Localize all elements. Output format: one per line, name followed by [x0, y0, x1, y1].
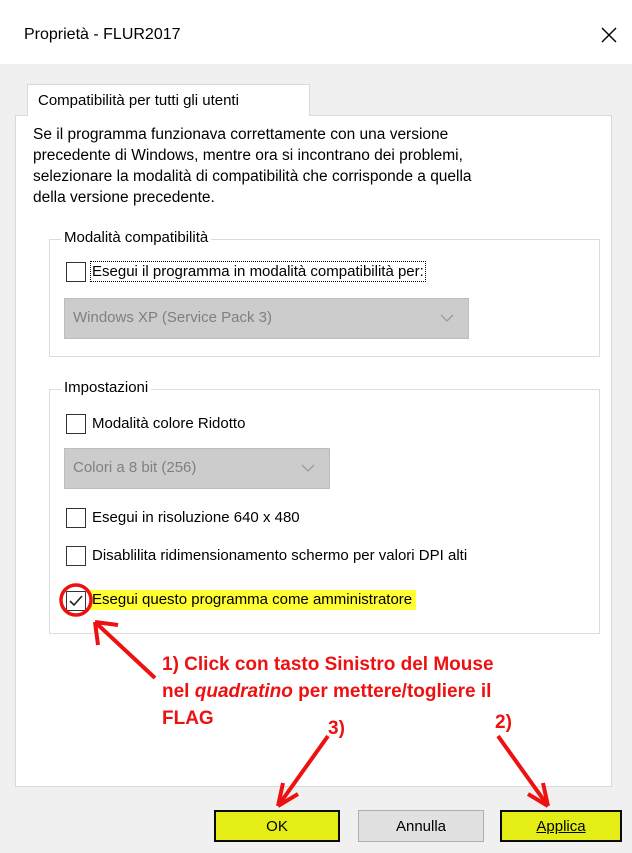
annotation-line: nel quadratino per mettere/togliere il [162, 678, 494, 705]
apply-button-label: Applica [536, 817, 586, 835]
arrow-to-checkbox-icon [93, 620, 157, 680]
annotation-line: 1) Click con tasto Sinistro del Mouse [162, 654, 494, 675]
ok-button[interactable]: OK [214, 810, 340, 842]
annotation-text: nel [162, 681, 195, 702]
ok-button-label: OK [266, 817, 288, 835]
annotation-text: per mettere/togliere il [292, 681, 492, 702]
apply-button[interactable]: Applica [500, 810, 622, 842]
annotation-step-3: 3) [328, 718, 345, 739]
arrow-to-ok-icon [276, 734, 330, 808]
annotation-circle [59, 583, 93, 617]
arrow-to-apply-icon [496, 734, 550, 808]
cancel-button-label: Annulla [395, 817, 447, 835]
annotation-emphasis: quadratino [194, 681, 293, 702]
cancel-button[interactable]: Annulla [358, 810, 484, 842]
annotation-step-2: 2) [495, 712, 512, 733]
